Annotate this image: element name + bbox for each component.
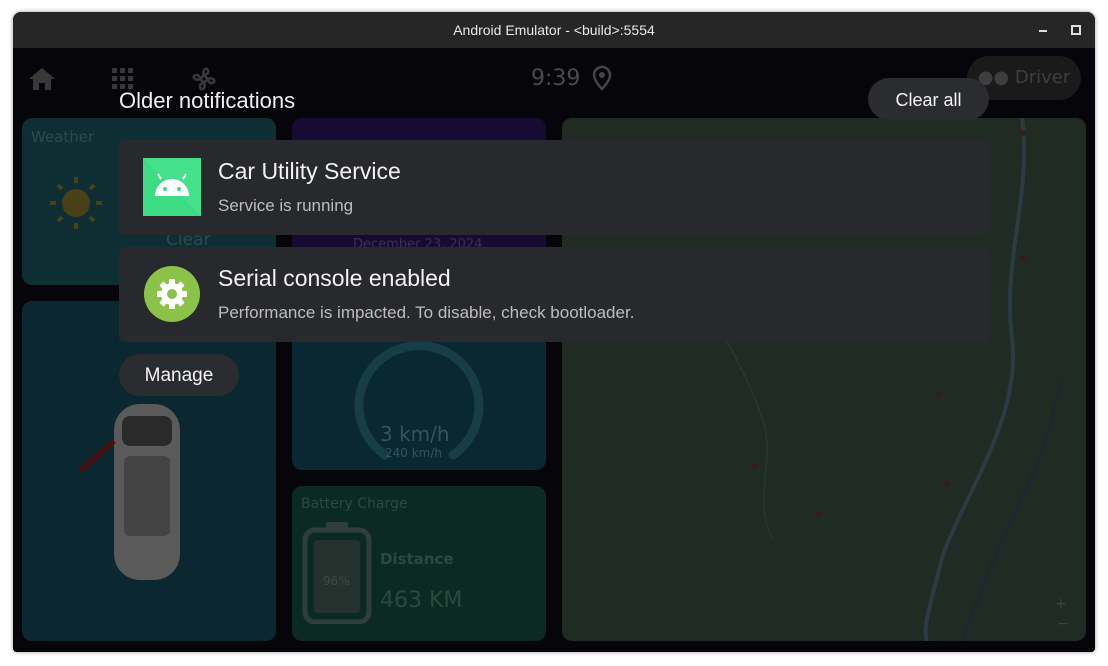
home-icon bbox=[29, 68, 55, 90]
notification-title: Car Utility Service bbox=[218, 158, 401, 184]
emulator-window: Android Emulator - <build>:5554 9:39 ●● … bbox=[13, 12, 1095, 652]
speed-value: 3 km/h bbox=[380, 422, 450, 446]
notification-serial-console[interactable]: Serial console enabled Performance is im… bbox=[119, 247, 989, 342]
notification-car-utility-service[interactable]: Car Utility Service Service is running bbox=[119, 140, 989, 235]
notification-text: Service is running bbox=[218, 196, 354, 215]
clear-all-button[interactable]: Clear all bbox=[868, 78, 989, 120]
maximize-icon[interactable] bbox=[1071, 25, 1081, 35]
car-top-view-icon bbox=[78, 404, 180, 580]
clock: 9:39 bbox=[531, 66, 581, 91]
distance-value: 463 KM bbox=[380, 588, 463, 613]
battery-card[interactable]: Battery Charge 96% Distance 463 KM bbox=[292, 486, 546, 641]
android-icon bbox=[143, 158, 201, 216]
car-status-card[interactable] bbox=[22, 301, 276, 641]
manage-button[interactable]: Manage bbox=[119, 354, 239, 396]
title-bar[interactable]: Android Emulator - <build>:5554 bbox=[13, 12, 1095, 48]
distance-label: Distance bbox=[380, 550, 454, 568]
speed-max: 240 km/h bbox=[385, 446, 443, 460]
notification-title: Serial console enabled bbox=[218, 265, 451, 291]
driver-label: Driver bbox=[1014, 67, 1071, 88]
gear-icon bbox=[144, 266, 200, 322]
notification-text: Performance is impacted. To disable, che… bbox=[218, 303, 635, 322]
battery-label: Battery Charge bbox=[301, 496, 408, 512]
minimize-icon[interactable] bbox=[1039, 30, 1047, 32]
battery-icon bbox=[302, 522, 372, 624]
zoom-in-icon[interactable]: + bbox=[1055, 596, 1067, 612]
location-pin-icon bbox=[592, 65, 612, 91]
weather-label: Weather bbox=[31, 128, 95, 146]
window-title: Android Emulator - <build>:5554 bbox=[453, 22, 655, 38]
zoom-out-icon[interactable]: − bbox=[1057, 616, 1069, 632]
battery-percent: 96% bbox=[323, 574, 350, 588]
sun-icon bbox=[50, 177, 102, 229]
older-notifications-header: Older notifications bbox=[119, 88, 296, 113]
emulator-screen: 9:39 ●● Driver Weather Clear December 23… bbox=[13, 48, 1095, 652]
